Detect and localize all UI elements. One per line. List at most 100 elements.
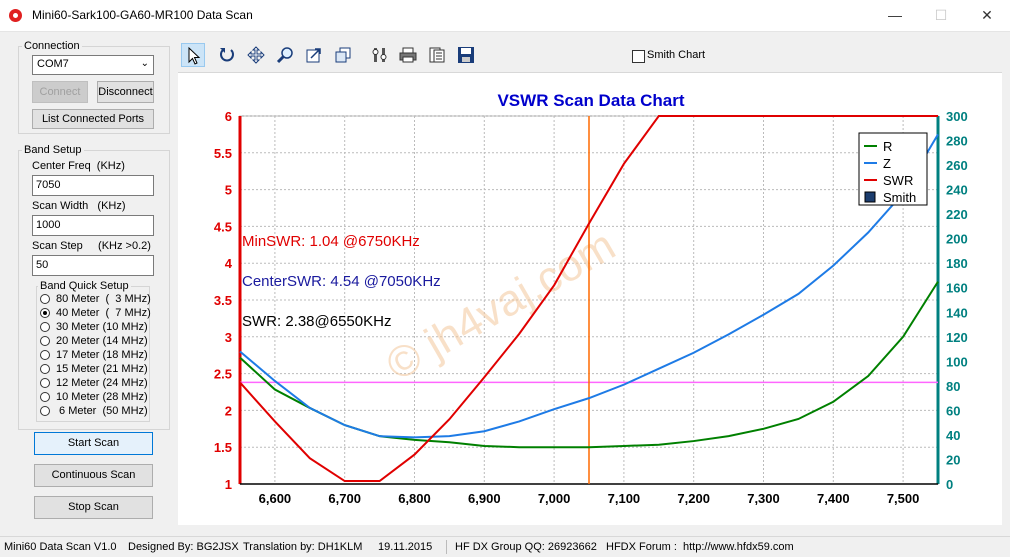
copy-icon[interactable]: [331, 43, 355, 67]
right-tick-label: 60: [946, 403, 960, 418]
band-radio-label: 6 Meter (50 MHz): [56, 405, 148, 417]
left-tick-label: 1.5: [214, 440, 232, 455]
left-tick-label: 5.5: [214, 146, 232, 161]
left-tick-label: 4: [225, 256, 233, 271]
status-version: Mini60 Data Scan V1.0: [4, 541, 117, 553]
right-tick-label: 180: [946, 256, 968, 271]
print-preview-icon[interactable]: [425, 43, 449, 67]
center-freq-input[interactable]: 7050: [32, 175, 154, 196]
left-tick-label: 6: [225, 109, 232, 124]
chart-title: VSWR Scan Data Chart: [497, 91, 684, 110]
pan-icon[interactable]: [244, 43, 268, 67]
x-tick-label: 7,400: [817, 491, 850, 506]
left-tick-label: 5: [225, 183, 232, 198]
save-icon[interactable]: [454, 43, 478, 67]
scan-width-input[interactable]: 1000: [32, 215, 154, 236]
right-tick-label: 200: [946, 232, 968, 247]
port-select[interactable]: COM7 ⌄: [32, 55, 154, 75]
maximize-button[interactable]: ☐: [918, 0, 964, 31]
x-tick-label: 7,300: [747, 491, 780, 506]
port-select-value: COM7: [37, 58, 69, 70]
print-icon[interactable]: [396, 43, 420, 67]
smith-chart-label: Smith Chart: [647, 49, 706, 61]
radio-button[interactable]: [40, 406, 50, 416]
status-translation: Translation by: DH1KLM: [243, 541, 363, 553]
right-tick-label: 100: [946, 354, 968, 369]
legend-label: SWR: [883, 173, 913, 188]
chart-panel: VSWR Scan Data Chart 6,600 6,700 6,800 6,900…: [178, 73, 1002, 525]
pointer-icon[interactable]: [181, 43, 205, 67]
status-group: HF DX Group QQ: 26923662: [455, 541, 597, 553]
x-tick-label: 7,200: [677, 491, 710, 506]
radio-button[interactable]: [40, 350, 50, 360]
legend-label: Smith: [883, 190, 916, 205]
band-setup-group-label: Band Setup: [22, 144, 84, 156]
x-tick-label: 6,600: [259, 491, 292, 506]
band-radio-label: 12 Meter (24 MHz): [56, 377, 148, 389]
right-tick-label: 80: [946, 379, 960, 394]
right-tick-label: 120: [946, 330, 968, 345]
zoom-icon[interactable]: [273, 43, 297, 67]
x-tick-label: 6,800: [398, 491, 431, 506]
vswr-chart: VSWR Scan Data Chart 6,600 6,700 6,800 6,900…: [214, 91, 968, 506]
rotate-icon[interactable]: [215, 43, 239, 67]
right-tick-label: 0: [946, 477, 953, 492]
list-ports-button[interactable]: List Connected Ports: [32, 109, 154, 129]
chevron-down-icon: ⌄: [140, 58, 149, 69]
chart-annotation: CenterSWR: 4.54 @7050KHz: [242, 273, 441, 290]
x-tick-label: 7,100: [608, 491, 641, 506]
stop-scan-button[interactable]: Stop Scan: [34, 496, 153, 519]
band-radio-label: 40 Meter ( 7 MHz): [56, 307, 151, 319]
right-tick-label: 240: [946, 183, 968, 198]
x-tick-label: 7,000: [538, 491, 571, 506]
left-tick-label: 4.5: [214, 219, 232, 234]
radio-button[interactable]: [40, 294, 50, 304]
scan-width-label: Scan Width (KHz): [32, 200, 126, 212]
status-date: 19.11.2015: [378, 541, 433, 553]
window-title: Mini60-Sark100-GA60-MR100 Data Scan: [32, 8, 253, 22]
scan-step-input[interactable]: 50: [32, 255, 154, 276]
settings-icon[interactable]: [368, 43, 392, 67]
smith-chart-checkbox[interactable]: [632, 50, 645, 63]
band-radio-label: 17 Meter (18 MHz): [56, 349, 148, 361]
radio-button[interactable]: [40, 308, 50, 318]
app-icon: [9, 9, 22, 22]
band-radio-label: 15 Meter (21 MHz): [56, 363, 148, 375]
center-freq-label: Center Freq (KHz): [32, 160, 125, 172]
right-tick-label: 140: [946, 305, 968, 320]
disconnect-button[interactable]: Disconnect: [97, 81, 154, 103]
left-tick-label: 2.5: [214, 367, 232, 382]
left-tick-label: 1: [225, 477, 232, 492]
chart-annotation: MinSWR: 1.04 @6750KHz: [242, 233, 420, 250]
x-tick-label: 6,900: [468, 491, 501, 506]
right-tick-label: 300: [946, 109, 968, 124]
right-tick-label: 20: [946, 452, 960, 467]
band-radio-label: 80 Meter ( 3 MHz): [56, 293, 151, 305]
legend-swatch-smith: [864, 191, 876, 203]
x-tick-label: 7,500: [887, 491, 920, 506]
left-tick-label: 2: [225, 403, 232, 418]
close-button[interactable]: ✕: [964, 0, 1010, 31]
connect-button[interactable]: Connect: [32, 81, 88, 103]
radio-button[interactable]: [40, 336, 50, 346]
status-forum: HFDX Forum : http://www.hfdx59.com: [606, 541, 794, 553]
status-designed-by: Designed By: BG2JSX: [128, 541, 239, 553]
continuous-scan-button[interactable]: Continuous Scan: [34, 464, 153, 487]
band-radio-label: 30 Meter (10 MHz): [56, 321, 148, 333]
legend-label: R: [883, 139, 892, 154]
chart-annotation: SWR: 2.38@6550KHz: [242, 313, 391, 330]
start-scan-button[interactable]: Start Scan: [34, 432, 153, 455]
radio-button[interactable]: [40, 378, 50, 388]
right-tick-label: 40: [946, 428, 960, 443]
connection-group-label: Connection: [22, 40, 82, 52]
minimize-button[interactable]: —: [872, 0, 918, 31]
band-radio-label: 10 Meter (28 MHz): [56, 391, 148, 403]
right-tick-label: 160: [946, 281, 968, 296]
radio-button[interactable]: [40, 364, 50, 374]
x-tick-label: 6,700: [328, 491, 361, 506]
legend-label: Z: [883, 156, 891, 171]
radio-button[interactable]: [40, 322, 50, 332]
export-icon[interactable]: [302, 43, 326, 67]
title-bar: Mini60-Sark100-GA60-MR100 Data Scan — ☐ …: [0, 0, 1010, 32]
radio-button[interactable]: [40, 392, 50, 402]
